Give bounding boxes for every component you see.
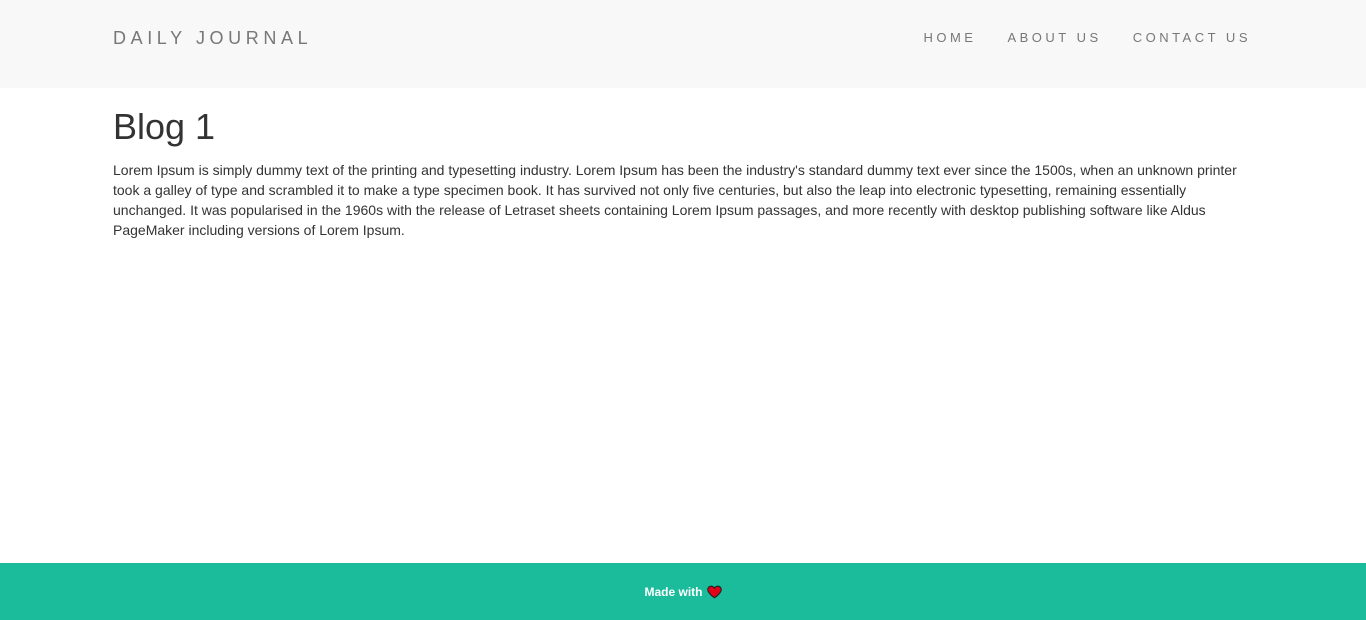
post-title: Blog 1	[113, 106, 216, 147]
footer-credit: Made with	[644, 584, 722, 599]
nav-links: HOME ABOUT US CONTACT US	[923, 30, 1251, 46]
post-body: Lorem Ipsum is simply dummy text of the …	[113, 162, 1237, 238]
main-content: Blog 1 Lorem Ipsum is simply dummy text …	[113, 104, 1253, 240]
footer-text: Made with	[644, 584, 703, 599]
nav-home-link[interactable]: HOME	[923, 30, 976, 46]
brand-link[interactable]: DAILY JOURNAL	[113, 28, 312, 48]
nav-about-link[interactable]: ABOUT US	[1007, 30, 1101, 46]
footer: Made with	[0, 563, 1366, 620]
navbar: DAILY JOURNAL HOME ABOUT US CONTACT US	[0, 0, 1366, 88]
nav-contact-link[interactable]: CONTACT US	[1133, 30, 1251, 46]
heart-icon	[706, 585, 722, 599]
